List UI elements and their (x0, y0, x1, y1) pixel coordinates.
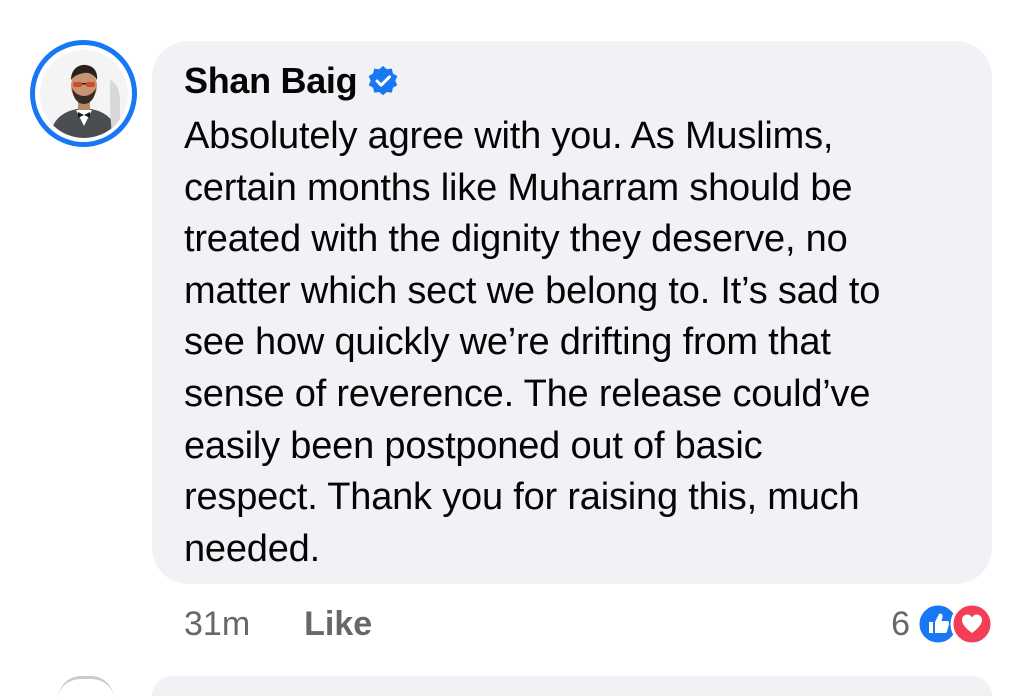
next-comment-avatar (58, 676, 114, 699)
comment-header: Shan Baig (184, 58, 399, 104)
profile-picture-icon (39, 49, 128, 138)
reaction-count: 6 (891, 604, 910, 643)
avatar-photo (39, 49, 128, 138)
reactions-summary[interactable]: 6 (891, 601, 994, 647)
comment-text: Absolutely agree with you. As Muslims, c… (184, 115, 881, 570)
avatar[interactable] (30, 40, 137, 147)
like-button[interactable]: Like (304, 605, 372, 644)
avatar-ring-gap (35, 45, 132, 142)
author-name[interactable]: Shan Baig (184, 60, 358, 102)
comment-actions: 31m Like (184, 602, 372, 646)
verified-badge-icon (367, 65, 399, 97)
next-comment-bubble (152, 676, 992, 696)
timestamp[interactable]: 31m (184, 605, 250, 644)
love-icon (950, 602, 994, 646)
